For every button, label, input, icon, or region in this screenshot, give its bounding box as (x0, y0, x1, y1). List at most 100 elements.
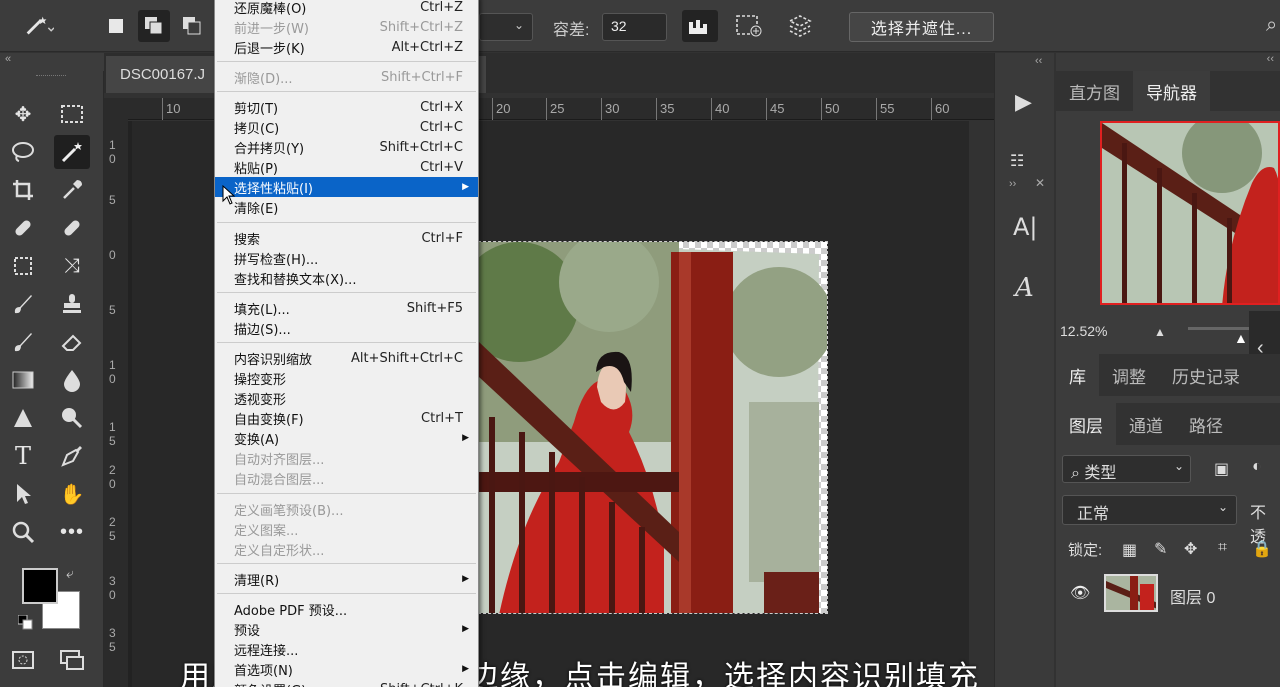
menu-item[interactable]: 清理(R) ▶ (215, 569, 478, 589)
properties-icon[interactable]: ☷ (1010, 151, 1024, 171)
more-tools-icon[interactable]: ••• (54, 515, 90, 549)
crop-tool-icon[interactable] (5, 173, 41, 207)
lock-transparency-icon[interactable]: ▦ (1122, 540, 1137, 560)
tolerance-input[interactable]: 32 (602, 13, 667, 41)
menu-item[interactable]: 透视变形 (215, 388, 478, 408)
menu-item[interactable]: 首选项(N) ▶ (215, 659, 478, 679)
menu-item[interactable]: 搜索 Ctrl+F (215, 228, 478, 248)
magic-wand-tool-icon[interactable] (54, 135, 90, 169)
expand-arrows-icon[interactable]: ›› (1009, 178, 1016, 190)
menu-item[interactable]: 清除(E) (215, 197, 478, 217)
foreground-color-swatch[interactable] (22, 568, 58, 604)
add-to-selection-icon[interactable] (138, 10, 170, 42)
tab-adjustments[interactable]: 调整 (1099, 354, 1159, 396)
tab-libraries[interactable]: 库 (1056, 354, 1099, 396)
zoom-tool-icon[interactable] (5, 515, 41, 549)
pen-tool-icon[interactable] (54, 439, 90, 473)
close-panel-icon[interactable]: ✕ (1035, 176, 1045, 190)
photo-layer-content[interactable] (478, 241, 828, 614)
filter-image-icon[interactable]: ▣ (1214, 459, 1229, 479)
menu-item[interactable]: 拷贝(C) Ctrl+C (215, 117, 478, 137)
type-tool-icon[interactable]: T (5, 439, 41, 473)
menu-item[interactable]: 查找和替换文本(X)... (215, 268, 478, 288)
sample-all-layers-icon[interactable] (731, 10, 767, 42)
clone-stamp-tool-icon[interactable] (54, 287, 90, 321)
lasso-tool-icon[interactable] (5, 135, 41, 169)
menu-item[interactable]: 变换(A) ▶ (215, 428, 478, 448)
menu-item[interactable]: 渐隐(D)... Shift+Ctrl+F (215, 67, 478, 87)
layer-row[interactable]: 👁 图层 0 (1056, 568, 1280, 618)
menu-item[interactable]: 定义自定形状... (215, 539, 478, 559)
swap-colors-icon[interactable]: ⤶ (66, 565, 74, 582)
lock-all-icon[interactable]: 🔒 (1252, 539, 1272, 559)
menu-item[interactable]: 填充(L)... Shift+F5 (215, 298, 478, 318)
menu-item[interactable]: 描边(S)... (215, 318, 478, 338)
tab-history[interactable]: 历史记录 (1159, 354, 1253, 396)
zoom-percent[interactable]: 12.52% (1060, 323, 1107, 339)
menu-item[interactable]: 定义画笔预设(B)... (215, 499, 478, 519)
menu-item[interactable]: 剪切(T) Ctrl+X (215, 97, 478, 117)
new-selection-icon[interactable] (100, 10, 132, 42)
burn-tool-icon[interactable] (54, 401, 90, 435)
menu-item[interactable]: 预设 ▶ (215, 619, 478, 639)
character-panel-icon[interactable]: A| (1013, 213, 1038, 241)
eraser-tool-icon[interactable] (54, 325, 90, 359)
spot-healing-brush-icon[interactable] (5, 211, 41, 245)
zoom-slider-thumb[interactable]: ▲ (1234, 330, 1248, 346)
magic-wand-preset-icon[interactable] (22, 10, 54, 42)
lock-artboard-icon[interactable]: ⌗ (1218, 539, 1227, 557)
menu-item[interactable]: 自由变换(F) Ctrl+T (215, 408, 478, 428)
blur-tool-icon[interactable] (54, 363, 90, 397)
layer-name[interactable]: 图层 0 (1170, 584, 1215, 608)
menu-item[interactable]: 颜色设置(G)...Shift+Ctrl+K (215, 679, 478, 687)
panel-collapse-icon[interactable]: ‹‹ (1056, 53, 1280, 71)
tab-paths[interactable]: 路径 (1176, 403, 1236, 445)
select-and-mask-button[interactable]: 选择并遮住... (849, 12, 994, 42)
healing-brush-icon[interactable] (54, 211, 90, 245)
menu-item[interactable]: 拼写检查(H)... (215, 248, 478, 268)
menu-item[interactable]: 后退一步(K) Alt+Ctrl+Z (215, 37, 478, 57)
menu-item[interactable]: 合并拷贝(Y) Shift+Ctrl+C (215, 137, 478, 157)
navigator-thumbnail[interactable] (1100, 121, 1280, 305)
default-colors-icon[interactable] (17, 614, 34, 631)
path-selection-tool-icon[interactable] (5, 477, 41, 511)
menu-item[interactable]: 还原魔棒(O) Ctrl+Z (215, 0, 478, 17)
lock-position-icon[interactable]: ✥ (1184, 539, 1197, 559)
gradient-tool-icon[interactable] (5, 363, 41, 397)
quick-mask-icon[interactable] (5, 643, 41, 677)
dodge-tool-icon[interactable] (5, 401, 41, 435)
brush-tool-icon[interactable] (5, 287, 41, 321)
screen-mode-icon[interactable] (54, 643, 90, 677)
visibility-eye-icon[interactable]: 👁 (1070, 583, 1090, 603)
menu-item[interactable]: 自动对齐图层... (215, 448, 478, 468)
move-tool-icon[interactable]: ✥ (5, 97, 41, 131)
menu-item[interactable]: 粘贴(P) Ctrl+V (215, 157, 478, 177)
marquee-tool-icon[interactable] (54, 97, 90, 131)
anti-alias-icon[interactable] (682, 10, 718, 42)
lock-image-icon[interactable]: ✎ (1154, 539, 1167, 559)
sample-size-dropdown[interactable]: ⌄ (479, 13, 533, 41)
menu-item[interactable]: 自动混合图层... (215, 468, 478, 488)
tab-channels[interactable]: 通道 (1116, 403, 1176, 445)
eyedropper-tool-icon[interactable] (54, 173, 90, 207)
menu-item[interactable]: 选择性粘贴(I) ▶ (215, 177, 478, 197)
patch-tool-icon[interactable] (5, 249, 41, 283)
filter-adjustment-icon[interactable]: ◐ (1252, 458, 1262, 476)
menu-item[interactable]: 操控变形 (215, 368, 478, 388)
toolbar-collapse-strip[interactable]: « (0, 53, 104, 71)
vertical-ruler[interactable]: 1 0 5 0 5 1 0 1 5 2 0 2 5 3 0 3 5 (104, 98, 128, 687)
blend-mode-dropdown[interactable]: 正常 ⌄ (1062, 495, 1237, 525)
paragraph-style-icon[interactable]: A (1015, 273, 1034, 303)
tab-layers[interactable]: 图层 (1056, 403, 1116, 445)
content-aware-move-icon[interactable]: ⤨ (54, 249, 90, 283)
menu-item[interactable]: 定义图案... (215, 519, 478, 539)
menu-item[interactable]: 远程连接... (215, 639, 478, 659)
collapse-arrows-icon[interactable]: ‹‹ (1035, 55, 1042, 67)
zoom-out-icon[interactable]: ▲ (1154, 325, 1166, 339)
play-actions-icon[interactable]: ▶ (1015, 89, 1032, 115)
select-subject-icon[interactable] (782, 10, 818, 42)
layer-filter-dropdown[interactable]: ⌕ 类型 ⌄ (1062, 455, 1191, 483)
search-icon[interactable]: ⌕ (1266, 14, 1277, 37)
history-brush-icon[interactable] (5, 325, 41, 359)
tab-navigator[interactable]: 导航器 (1133, 71, 1210, 111)
